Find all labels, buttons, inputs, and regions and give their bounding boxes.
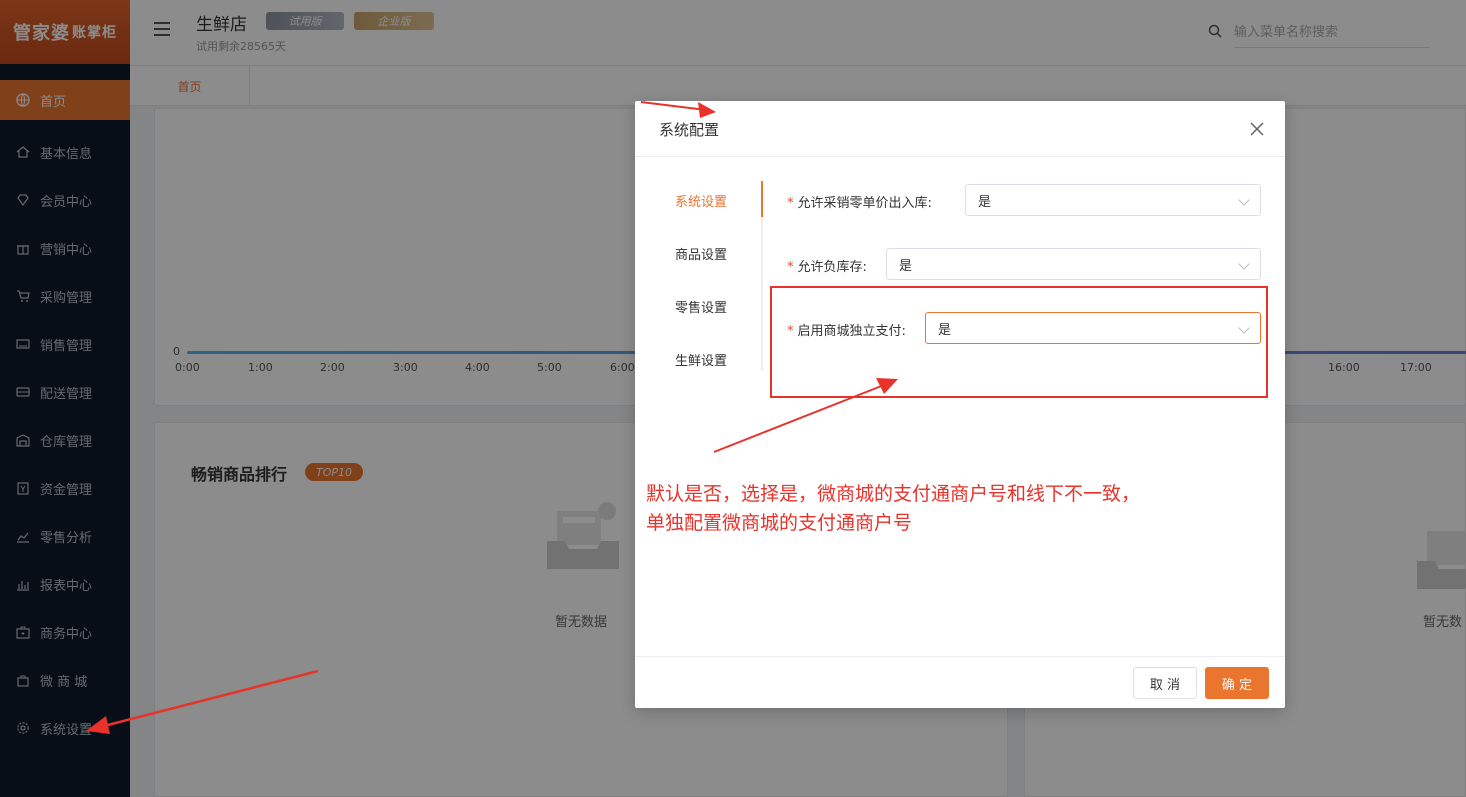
- tab-fresh-settings[interactable]: 生鲜设置: [675, 350, 761, 370]
- field-label-zero-price: * 允许采销零单价出入库:: [787, 196, 932, 211]
- close-icon[interactable]: [1249, 121, 1265, 137]
- tab-product-settings[interactable]: 商品设置: [675, 244, 761, 264]
- zero-price-select[interactable]: 是: [965, 184, 1261, 216]
- divider: [635, 656, 1285, 657]
- dialog-title: 系统配置: [659, 121, 720, 139]
- field-label-negative-stock: * 允许负库存:: [787, 260, 867, 275]
- highlight-box: [770, 286, 1268, 398]
- annotation-note: 默认是否，选择是，微商城的支付通商户号和线下不一致， 单独配置微商城的支付通商户…: [646, 480, 1140, 538]
- chevron-down-icon: [1238, 258, 1250, 270]
- tab-retail-settings[interactable]: 零售设置: [675, 297, 761, 317]
- negative-stock-select[interactable]: 是: [886, 248, 1261, 280]
- system-config-dialog: 系统配置 系统设置 商品设置 零售设置 生鲜设置 * 允许采销零单价出入库: 是 …: [635, 101, 1285, 708]
- annotation-line-1: 默认是否，选择是，微商城的支付通商户号和线下不一致，: [646, 483, 1141, 505]
- chevron-down-icon: [1238, 194, 1250, 206]
- side-tab-indicator: [761, 181, 763, 217]
- tab-system-settings[interactable]: 系统设置: [675, 191, 761, 211]
- cancel-button[interactable]: 取 消: [1133, 667, 1197, 699]
- divider: [635, 156, 1285, 157]
- annotation-line-2: 单独配置微商城的支付通商户号: [646, 512, 913, 534]
- confirm-button[interactable]: 确 定: [1205, 667, 1269, 699]
